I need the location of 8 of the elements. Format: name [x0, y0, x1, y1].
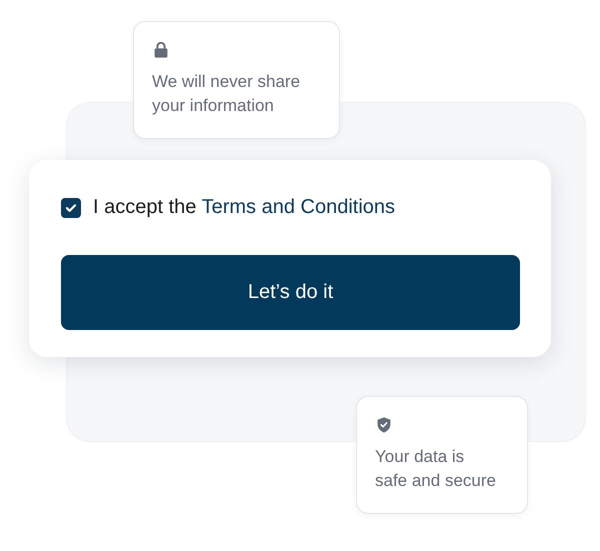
checkbox[interactable] [61, 198, 81, 218]
lock-icon [152, 42, 170, 58]
submit-button[interactable]: Let’s do it [61, 255, 520, 330]
consent-label: I accept the Terms and Conditions [93, 196, 396, 219]
shield-check-icon [375, 417, 393, 433]
terms-link[interactable]: Terms and Conditions [202, 196, 396, 218]
note-text: We will never share your information [152, 71, 302, 117]
note-text: Your data is safe and secure [375, 446, 497, 492]
